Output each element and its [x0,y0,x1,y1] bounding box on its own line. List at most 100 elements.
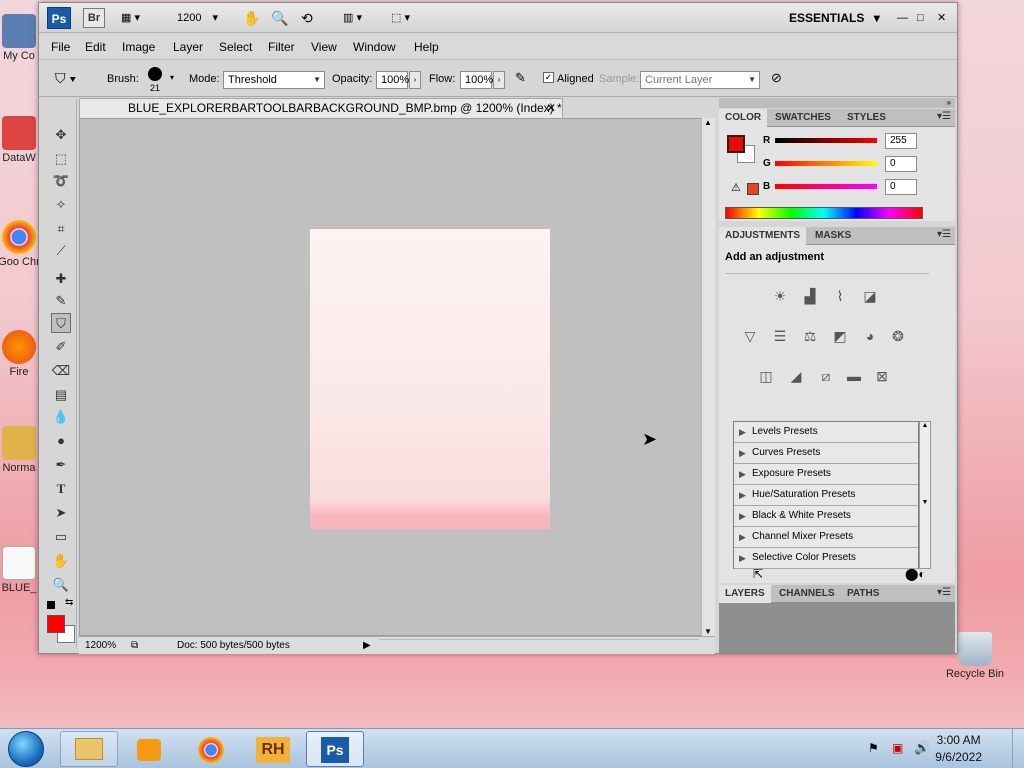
color-spectrum-bar[interactable] [725,207,923,219]
zoom-readout[interactable]: 1200% [85,640,116,651]
levels-icon[interactable]: ▟ [799,285,821,305]
tab-swatches[interactable]: SWATCHES [769,109,837,127]
canvas-area[interactable]: ➤ [79,118,715,636]
scroll-down-icon[interactable]: ▼ [704,627,712,636]
tab-layers[interactable]: LAYERS [719,585,771,603]
hand-tool-icon[interactable]: ✋ [243,8,260,28]
tab-channels[interactable]: CHANNELS [773,585,841,603]
minimize-button[interactable]: — [897,8,908,28]
clip-to-layer-icon[interactable]: ⬤◐ [905,567,926,581]
arrange-documents-icon[interactable]: ▥ ▾ [343,8,362,28]
r-value-input[interactable]: 255 [885,133,917,149]
tab-adjustments[interactable]: ADJUSTMENTS [719,227,807,245]
gamut-swatch[interactable] [747,183,759,195]
network-icon[interactable]: ▣ [892,741,903,755]
list-item[interactable]: ▶ Levels Presets [734,422,918,443]
panel-foreground-swatch[interactable] [727,135,745,153]
horizontal-scrollbar[interactable] [379,639,699,651]
warning-icon[interactable]: ⚠ [731,181,741,194]
volume-icon[interactable]: 🔊 [914,740,930,756]
default-colors-icon[interactable] [47,601,55,609]
show-desktop-button[interactable] [1012,729,1024,768]
tab-styles[interactable]: STYLES [841,109,892,127]
tab-paths[interactable]: PATHS [841,585,885,603]
view-extras-icon[interactable]: ▦ ▾ [121,8,140,28]
panel-menu-icon[interactable]: ▾☰ [937,111,951,122]
rotate-view-icon[interactable]: ⟲ [301,8,313,28]
dodge-tool-icon[interactable]: ● [51,431,71,451]
menu-edit[interactable]: Edit [85,40,106,54]
posterize-icon[interactable]: ◢ [785,365,807,385]
lasso-tool-icon[interactable]: ➰ [51,171,71,191]
document-tab[interactable]: BLUE_EXPLORERBARTOOLBARBACKGROUND_BMP.bm… [79,98,563,118]
screen-mode-icon[interactable]: ⬚ ▾ [391,8,410,28]
g-value-input[interactable]: 0 [885,156,917,172]
menu-view[interactable]: View [311,40,337,54]
invert-icon[interactable]: ◫ [755,365,777,385]
eraser-icon[interactable]: ⌫ [51,361,71,381]
zoom-tool-icon[interactable]: 🔍 [271,8,288,28]
healing-brush-icon[interactable]: ✚ [51,269,71,289]
marquee-tool-icon[interactable]: ⬚ [51,149,71,169]
menu-select[interactable]: Select [219,40,252,54]
scroll-up-icon[interactable]: ▲ [704,118,712,127]
b-slider[interactable] [775,184,877,189]
swap-colors-icon[interactable]: ⇆ [65,597,73,608]
b-value-input[interactable]: 0 [885,179,917,195]
action-center-icon[interactable]: ⚑ [868,741,879,755]
start-button[interactable] [8,731,44,767]
threshold-icon[interactable]: ⧄ [815,365,837,385]
gradient-tool-icon[interactable]: ▤ [51,385,71,405]
opacity-slider-button[interactable]: › [409,71,421,89]
opacity-input[interactable]: 100% [376,71,409,89]
menu-layer[interactable]: Layer [173,40,203,54]
taskbar-media-player[interactable] [120,731,178,767]
list-item[interactable]: ▶ Channel Mixer Presets [734,527,918,548]
workspace-switcher[interactable]: ESSENTIALS ▾ [789,8,880,28]
hue-saturation-icon[interactable]: ☰ [769,325,791,345]
list-item[interactable]: ▶ Hue/Saturation Presets [734,485,918,506]
list-item[interactable]: ▶ Black & White Presets [734,506,918,527]
blur-tool-icon[interactable]: 💧 [51,407,71,427]
taskbar-photoshop[interactable]: Ps [306,731,364,767]
list-item[interactable]: ▶ Selective Color Presets [734,548,918,569]
g-slider[interactable] [775,161,877,166]
menu-window[interactable]: Window [353,40,396,54]
menu-file[interactable]: File [51,40,70,54]
bridge-button[interactable]: Br [83,8,105,28]
tab-masks[interactable]: MASKS [809,227,857,245]
taskbar-explorer[interactable] [60,731,118,767]
list-item[interactable]: ▶ Exposure Presets [734,464,918,485]
close-icon[interactable]: ✕ [546,99,556,117]
exposure-icon[interactable]: ◪ [859,285,881,305]
brush-tool-icon[interactable]: ✎ [51,291,71,311]
shape-tool-icon[interactable]: ▭ [51,527,71,547]
taskbar-chrome[interactable] [182,731,240,767]
move-tool-icon[interactable]: ✥ [51,125,71,145]
list-item[interactable]: ▶ Curves Presets [734,443,918,464]
flow-slider-button[interactable]: › [493,71,505,89]
r-slider[interactable] [775,138,877,143]
clone-stamp-preset-icon[interactable]: ⛉ ▾ [55,70,76,87]
foreground-color-swatch[interactable] [47,615,65,633]
vertical-scrollbar[interactable]: ▲ ▼ [701,118,715,636]
pen-tool-icon[interactable]: ✒ [51,455,71,475]
flow-input[interactable]: 100% [460,71,493,89]
color-balance-icon[interactable]: ⚖ [799,325,821,345]
mode-dropdown[interactable]: Threshold ▼ [223,71,325,89]
type-tool-icon[interactable]: T [51,479,71,499]
taskbar-resource-hacker[interactable]: RH [244,731,302,767]
crop-tool-icon[interactable]: ⌗ [51,219,71,239]
panel-collapse-bar[interactable]: » [719,98,955,108]
menu-image[interactable]: Image [122,40,155,54]
brush-preview[interactable] [148,67,162,81]
curves-icon[interactable]: ⌇ [829,285,851,305]
aligned-checkbox[interactable]: ✓ [543,72,554,83]
zoom-tool-icon[interactable]: 🔍 [51,575,71,595]
photo-filter-icon[interactable]: ◕ [859,325,881,345]
presets-scrollbar[interactable]: ▲ ▼ [919,421,931,569]
selective-color-icon[interactable]: ⊠ [871,365,893,385]
path-selection-icon[interactable]: ➤ [51,503,71,523]
gradient-map-icon[interactable]: ▬ [843,365,865,385]
channel-mixer-icon[interactable]: ❂ [887,325,909,345]
